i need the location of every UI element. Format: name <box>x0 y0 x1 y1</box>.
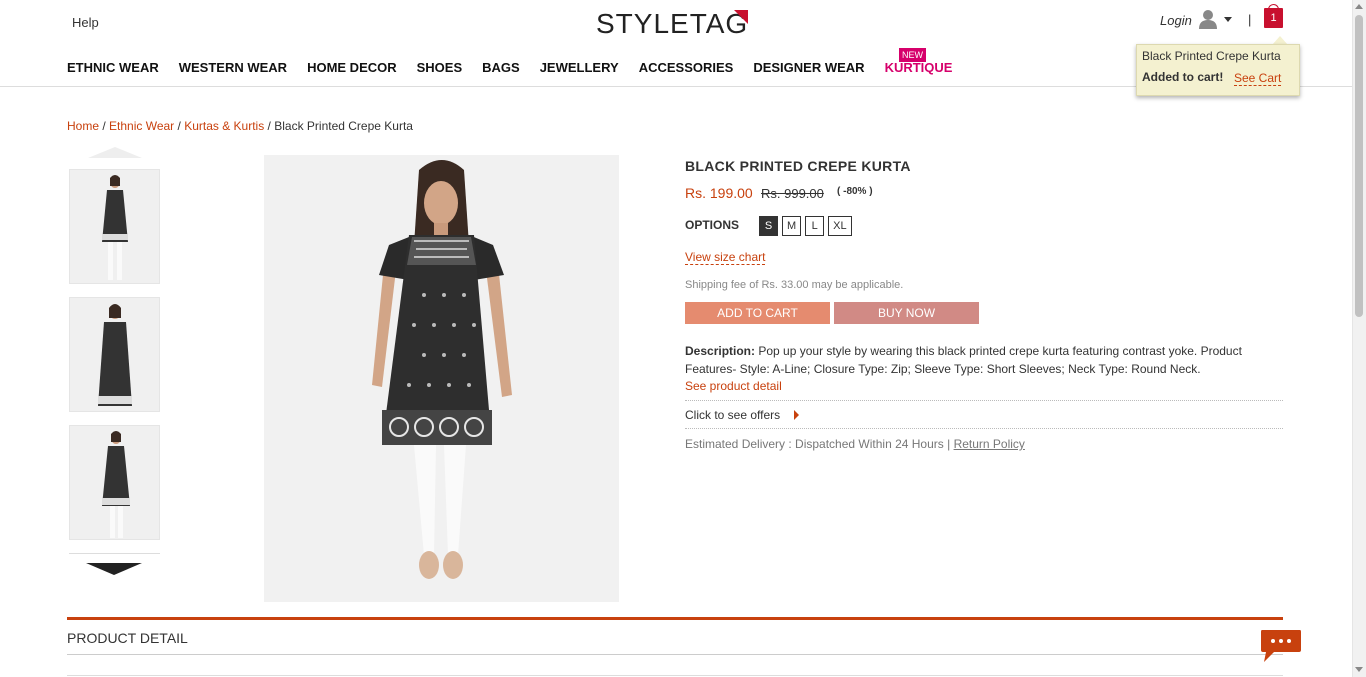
shipping-note: Shipping fee of Rs. 33.00 may be applica… <box>685 279 904 291</box>
nav-item-designer-wear[interactable]: DESIGNER WEAR <box>753 60 864 75</box>
cart-popup-product-name: Black Printed Crepe Kurta <box>1142 49 1281 63</box>
scroll-up-icon[interactable] <box>1355 4 1363 9</box>
kurta-model-side-image <box>70 426 159 539</box>
scroll-down-icon[interactable] <box>1355 667 1363 672</box>
product-main-image[interactable] <box>264 155 619 602</box>
description-text: Pop up your style by wearing this black … <box>685 344 1242 376</box>
kurta-model-closeup-image <box>70 298 159 411</box>
product-detail-divider <box>67 654 1283 655</box>
product-thumbnail[interactable] <box>69 297 160 412</box>
chevron-right-icon[interactable] <box>794 410 799 420</box>
chevron-down-icon[interactable] <box>1224 17 1232 22</box>
styletag-logo[interactable]: STYLETAG <box>596 10 756 38</box>
user-icon[interactable] <box>1199 9 1217 29</box>
description-label: Description: <box>685 344 756 358</box>
delivery-info: Estimated Delivery : Dispatched Within 2… <box>685 437 1025 451</box>
see-offers-toggle[interactable]: Click to see offers <box>685 408 780 422</box>
size-option-xl[interactable]: XL <box>828 216 852 236</box>
help-link[interactable]: Help <box>72 15 99 30</box>
breadcrumb: Home / Ethnic Wear / Kurtas & Kurtis / B… <box>67 119 413 133</box>
product-title: BLACK PRINTED CREPE KURTA <box>685 158 911 174</box>
product-thumbnail[interactable] <box>69 425 160 540</box>
nav-item-shoes[interactable]: SHOES <box>417 60 463 75</box>
size-options: S M L XL <box>759 216 856 236</box>
nav-item-ethnic-wear[interactable]: ETHNIC WEAR <box>67 60 159 75</box>
sale-price: Rs. 199.00 <box>685 185 753 201</box>
size-chart-link[interactable]: View size chart <box>685 250 766 265</box>
thumbnail-divider <box>69 553 160 554</box>
nav-item-western-wear[interactable]: WESTERN WEAR <box>179 60 287 75</box>
breadcrumb-home[interactable]: Home <box>67 119 99 133</box>
product-detail-heading[interactable]: PRODUCT DETAIL <box>67 630 188 646</box>
options-label: OPTIONS <box>685 218 740 232</box>
product-thumbnail[interactable] <box>69 169 160 284</box>
breadcrumb-sep: / <box>99 119 110 133</box>
cart-popup: Black Printed Crepe Kurta Added to cart!… <box>1136 44 1300 96</box>
nav-item-accessories[interactable]: ACCESSORIES <box>639 60 734 75</box>
cart-icon[interactable]: 1 <box>1264 8 1283 28</box>
divider <box>685 428 1283 429</box>
breadcrumb-kurtas[interactable]: Kurtas & Kurtis <box>184 119 264 133</box>
breadcrumb-current: Black Printed Crepe Kurta <box>274 119 413 133</box>
see-cart-link[interactable]: See Cart <box>1234 71 1282 86</box>
discount-badge: ( -80% ) <box>837 186 873 197</box>
thumbnail-scroll-up-icon[interactable] <box>88 147 142 158</box>
breadcrumb-sep: / <box>264 119 275 133</box>
product-detail-accent-line <box>67 617 1283 620</box>
size-option-m[interactable]: M <box>782 216 802 236</box>
product-detail-divider <box>67 675 1283 676</box>
nav-item-kurtique[interactable]: KURTIQUE <box>885 60 953 75</box>
thumbnail-scroll-down-icon[interactable] <box>86 563 142 575</box>
original-price: Rs. 999.00 <box>761 186 824 201</box>
kurta-model-main-image <box>264 155 619 602</box>
divider <box>685 400 1283 401</box>
see-product-detail-link[interactable]: See product detail <box>685 379 782 393</box>
login-link[interactable]: Login <box>1160 13 1192 28</box>
logo-text: STYLETAG <box>596 8 749 39</box>
scrollbar-thumb[interactable] <box>1355 15 1363 317</box>
logo-flag-icon <box>734 10 748 24</box>
delivery-text: Estimated Delivery : Dispatched Within 2… <box>685 437 954 451</box>
kurta-model-front-image <box>70 170 159 283</box>
return-policy-link[interactable]: Return Policy <box>954 437 1025 451</box>
size-option-s[interactable]: S <box>759 216 778 236</box>
new-badge: NEW <box>899 48 926 62</box>
product-description: Description: Pop up your style by wearin… <box>685 342 1265 378</box>
nav-item-jewellery[interactable]: JEWELLERY <box>540 60 619 75</box>
main-nav: ETHNIC WEAR WESTERN WEAR HOME DECOR SHOE… <box>67 60 972 75</box>
breadcrumb-sep: / <box>174 119 185 133</box>
nav-item-bags[interactable]: BAGS <box>482 60 520 75</box>
size-option-l[interactable]: L <box>805 216 825 236</box>
add-to-cart-button[interactable]: ADD TO CART <box>685 302 830 324</box>
breadcrumb-ethnic-wear[interactable]: Ethnic Wear <box>109 119 174 133</box>
header-separator: | <box>1248 12 1252 27</box>
nav-item-home-decor[interactable]: HOME DECOR <box>307 60 397 75</box>
buy-now-button[interactable]: BUY NOW <box>834 302 979 324</box>
chat-icon[interactable] <box>1260 628 1302 664</box>
